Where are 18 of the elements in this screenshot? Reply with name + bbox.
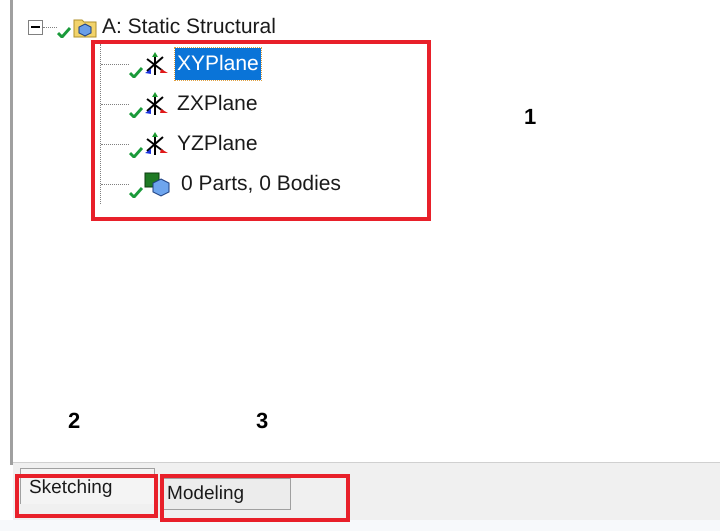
tree-item[interactable]: A: Static Structural <box>102 11 276 43</box>
axes-icon <box>143 51 169 77</box>
callout-number: 1 <box>524 103 536 131</box>
tree-item[interactable]: YZPlane <box>175 128 260 160</box>
callout-number: 3 <box>256 407 268 435</box>
axes-icon <box>143 131 169 157</box>
check-icon <box>57 26 71 38</box>
tree-item[interactable]: XYPlane <box>175 48 261 80</box>
check-icon <box>129 186 143 198</box>
collapse-toggle[interactable] <box>28 20 43 34</box>
callout-number: 2 <box>68 407 80 435</box>
tab[interactable]: Modeling <box>161 478 291 510</box>
tree-item[interactable]: ZXPlane <box>175 88 260 120</box>
tree-item[interactable]: 0 Parts, 0 Bodies <box>179 168 343 200</box>
check-icon <box>129 66 143 78</box>
check-icon <box>129 106 143 118</box>
axes-icon <box>143 91 169 117</box>
check-icon <box>129 146 143 158</box>
